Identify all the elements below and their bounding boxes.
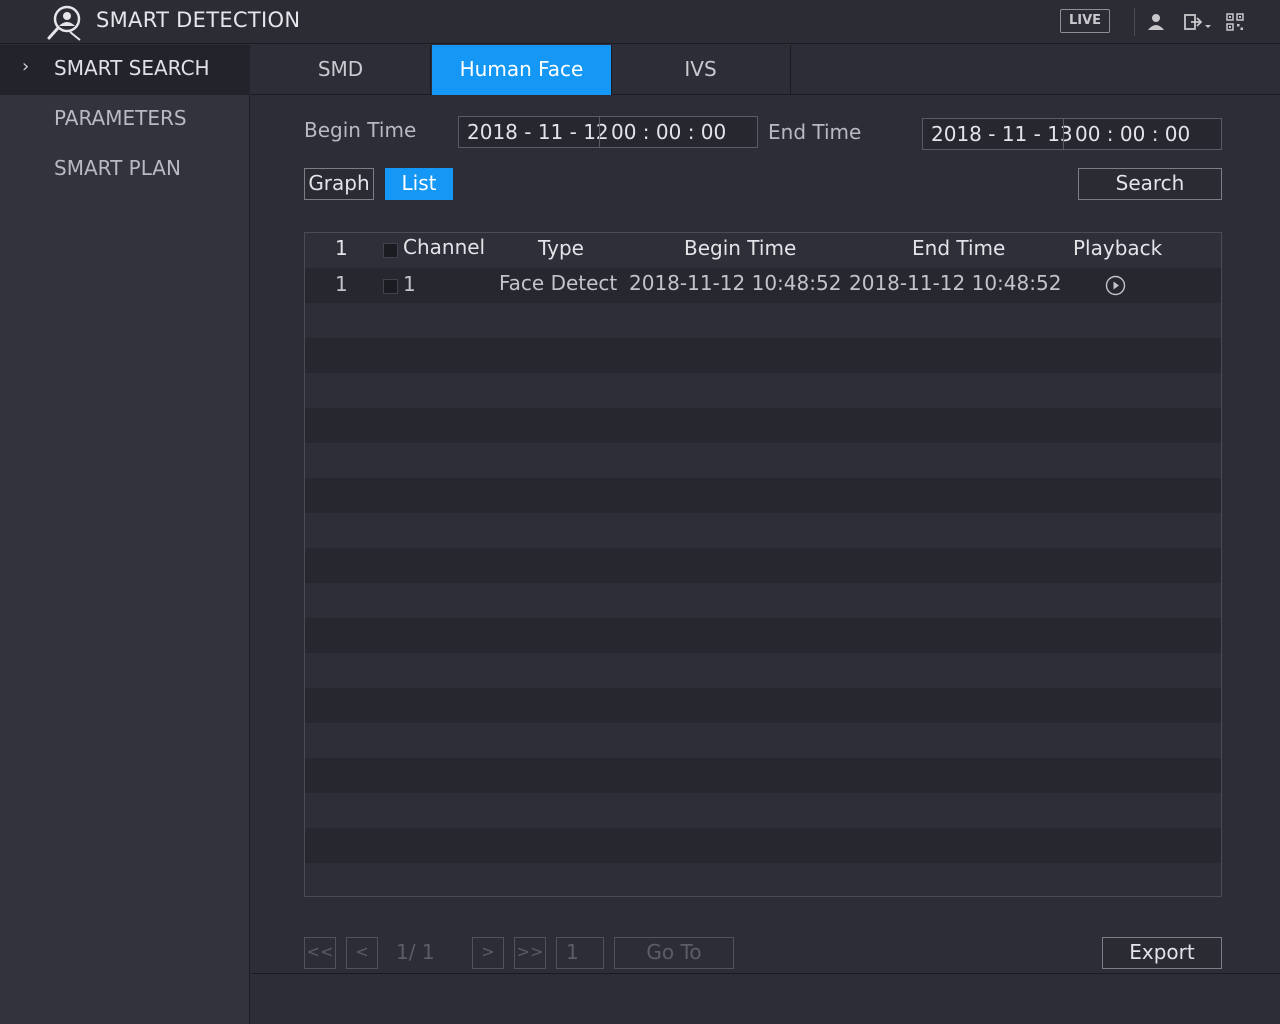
- footer-bar: [251, 974, 1280, 1024]
- column-type[interactable]: Type: [538, 236, 584, 260]
- header-divider: [1134, 8, 1135, 36]
- table-row: [305, 688, 1221, 723]
- begin-clock-field[interactable]: 00 : 00 : 00: [611, 120, 726, 144]
- table-row: [305, 373, 1221, 408]
- table-row: [305, 408, 1221, 443]
- table-row: [305, 828, 1221, 863]
- end-date-field[interactable]: 2018 - 11 - 13: [931, 122, 1073, 146]
- page-indicator: 1/ 1: [396, 940, 435, 964]
- table-header: 1 Channel Type Begin Time End Time Playb…: [305, 233, 1221, 269]
- goto-page-button[interactable]: Go To: [614, 937, 734, 969]
- begin-time-input[interactable]: 2018 - 11 - 12 00 : 00 : 00: [458, 116, 758, 148]
- sidebar-item-parameters[interactable]: PARAMETERS: [0, 95, 250, 145]
- table-row: [305, 618, 1221, 653]
- sidebar-item-smart-plan[interactable]: SMART PLAN: [0, 145, 250, 195]
- sidebar-item-label: PARAMETERS: [54, 106, 187, 130]
- table-row: [305, 653, 1221, 688]
- next-page-button[interactable]: >: [472, 937, 504, 969]
- sidebar-item-label: SMART PLAN: [54, 156, 181, 180]
- field-separator: [1063, 119, 1064, 149]
- tab-bar: SMD Human Face IVS: [251, 45, 1280, 95]
- row-checkbox[interactable]: [383, 279, 398, 294]
- last-page-button[interactable]: >>: [514, 937, 546, 969]
- select-all-checkbox[interactable]: [383, 243, 398, 258]
- app-title: SMART DETECTION: [96, 8, 301, 32]
- table-row: [305, 583, 1221, 618]
- end-clock-field[interactable]: 00 : 00 : 00: [1075, 122, 1190, 146]
- list-view-button[interactable]: List: [385, 168, 453, 200]
- search-button[interactable]: Search: [1078, 168, 1222, 200]
- table-row: [305, 478, 1221, 513]
- tab-human-face[interactable]: Human Face: [432, 45, 612, 95]
- row-index: 1: [335, 272, 348, 296]
- tab-ivs[interactable]: IVS: [611, 45, 791, 95]
- begin-date-field[interactable]: 2018 - 11 - 12: [467, 120, 609, 144]
- graph-view-button[interactable]: Graph: [304, 168, 374, 200]
- field-separator: [599, 117, 600, 147]
- column-end-time[interactable]: End Time: [912, 236, 1005, 260]
- sidebar-item-label: SMART SEARCH: [54, 56, 210, 80]
- table-row[interactable]: 1 1 Face Detect 2018-11-12 10:48:52 2018…: [305, 268, 1221, 303]
- table-row: [305, 863, 1221, 896]
- table-row: [305, 758, 1221, 793]
- sidebar-item-smart-search[interactable]: › SMART SEARCH: [0, 45, 250, 95]
- first-page-button[interactable]: <<: [304, 937, 336, 969]
- top-header: SMART DETECTION LIVE: [0, 0, 1280, 44]
- column-begin-time[interactable]: Begin Time: [684, 236, 796, 260]
- begin-time-label: Begin Time: [304, 118, 417, 142]
- qr-code-icon[interactable]: [1226, 12, 1244, 31]
- live-button[interactable]: LIVE: [1060, 9, 1110, 33]
- export-button[interactable]: Export: [1102, 937, 1222, 969]
- page-number-input[interactable]: 1: [556, 937, 604, 969]
- table-row: [305, 303, 1221, 338]
- logout-icon[interactable]: [1183, 12, 1213, 32]
- sidebar: › SMART SEARCH PARAMETERS SMART PLAN: [0, 45, 250, 1024]
- tab-smd[interactable]: SMD: [251, 45, 431, 95]
- table-row: [305, 513, 1221, 548]
- results-table: 1 Channel Type Begin Time End Time Playb…: [304, 232, 1222, 897]
- row-end-time: 2018-11-12 10:48:52: [849, 271, 1062, 295]
- smart-detection-logo-icon: [46, 4, 84, 42]
- column-channel[interactable]: Channel: [403, 235, 485, 259]
- table-row: [305, 723, 1221, 758]
- table-row: [305, 443, 1221, 478]
- row-channel: 1: [403, 272, 416, 296]
- prev-page-button[interactable]: <: [346, 937, 378, 969]
- table-row: [305, 338, 1221, 373]
- table-row: [305, 548, 1221, 583]
- column-playback: Playback: [1073, 236, 1163, 260]
- row-begin-time: 2018-11-12 10:48:52: [629, 271, 842, 295]
- chevron-right-icon: ›: [22, 56, 30, 77]
- table-row: [305, 793, 1221, 828]
- end-time-input[interactable]: 2018 - 11 - 13 00 : 00 : 00: [922, 118, 1222, 150]
- play-icon[interactable]: [1105, 275, 1126, 301]
- user-icon[interactable]: [1146, 12, 1166, 32]
- row-type: Face Detect: [499, 271, 618, 295]
- select-all-index: 1: [335, 236, 348, 260]
- end-time-label: End Time: [768, 120, 862, 144]
